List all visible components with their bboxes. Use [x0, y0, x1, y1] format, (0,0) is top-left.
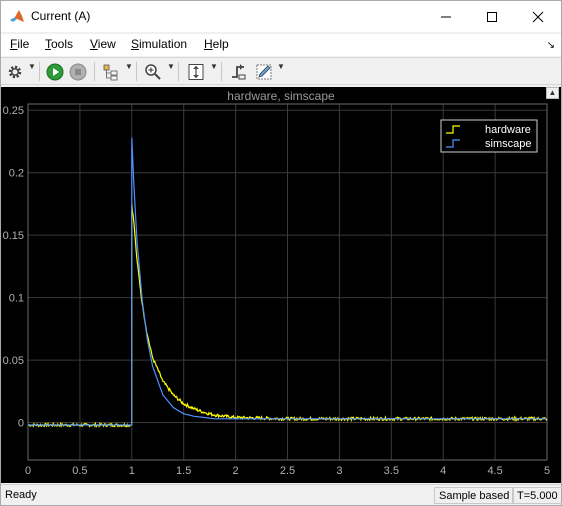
toolbar-separator — [136, 62, 137, 81]
stop-button[interactable] — [68, 61, 88, 82]
gear-icon — [8, 65, 22, 78]
style-button[interactable] — [253, 61, 275, 82]
y-tick-label: 0 — [18, 418, 24, 430]
status-bar: Ready Sample based T=5.000 — [1, 484, 562, 505]
stop-icon — [69, 63, 87, 80]
y-tick-label: 0.05 — [3, 355, 24, 367]
toolbar-separator — [94, 62, 95, 81]
autoscale-button[interactable] — [185, 61, 207, 82]
zoom-in-icon — [145, 63, 161, 80]
x-tick-label: 1 — [129, 465, 135, 477]
legend-label-simscape: simscape — [485, 138, 531, 150]
x-tick-label: 2 — [233, 465, 239, 477]
simulation-time: T=5.000 — [512, 487, 562, 504]
menu-tools[interactable]: Tools — [45, 37, 73, 51]
signal-select-button[interactable] — [100, 61, 122, 82]
sample-mode-indicator: Sample based — [434, 487, 515, 504]
minimize-icon — [441, 16, 451, 17]
plot-canvas[interactable]: 0 0.5 1 1.5 2 2.5 3 3.5 4 4.5 5 0 0.05 0.1 0.15 0.2 0.25… — [1, 87, 561, 483]
autoscale-icon — [188, 63, 204, 80]
run-button[interactable] — [45, 61, 65, 82]
zoom-dropdown-icon[interactable]: ▼ — [167, 62, 175, 71]
toolbar-separator — [178, 62, 179, 81]
menu-simulation[interactable]: Simulation — [131, 37, 187, 51]
legend-label-hardware: hardware — [485, 124, 531, 136]
signal-dropdown-icon[interactable]: ▼ — [125, 62, 133, 71]
menu-file[interactable]: File — [10, 37, 29, 51]
y-tick-label: 0.2 — [9, 168, 24, 180]
toolbar: ▼ ▼ ▼ ▼ ▼ — [1, 57, 561, 85]
close-button[interactable] — [515, 1, 561, 32]
maximize-icon — [487, 11, 497, 22]
y-tick-label: 0.25 — [3, 105, 24, 117]
undock-axes-button[interactable]: ▲ — [546, 87, 559, 99]
menu-bar: File Tools View Simulation Help ↘ — [1, 34, 561, 56]
toolbar-separator — [39, 62, 40, 81]
run-icon — [46, 63, 64, 80]
x-tick-label: 2.5 — [280, 465, 295, 477]
toolbar-separator — [221, 62, 222, 81]
axes-title: hardware, simscape — [227, 89, 335, 103]
signal-hierarchy-icon — [103, 64, 118, 80]
window-title: Current (A) — [31, 9, 91, 23]
style-dropdown-icon[interactable]: ▼ — [277, 62, 285, 71]
matlab-logo-icon — [9, 9, 25, 25]
pencil-icon — [256, 64, 272, 79]
trigger-button[interactable] — [228, 61, 250, 82]
settings-dropdown-icon[interactable]: ▼ — [28, 62, 36, 71]
x-tick-label: 0 — [25, 465, 31, 477]
trigger-icon — [232, 63, 246, 79]
x-tick-label: 4 — [440, 465, 446, 477]
minimize-button[interactable] — [423, 1, 469, 32]
x-tick-label: 4.5 — [487, 465, 502, 477]
scope-window: Current (A) File Tools View Simulation H… — [0, 0, 562, 506]
maximize-button[interactable] — [469, 1, 515, 32]
settings-button[interactable] — [5, 61, 25, 82]
menu-help[interactable]: Help — [204, 37, 229, 51]
dock-arrow-icon[interactable]: ↘ — [547, 40, 555, 51]
x-tick-label: 0.5 — [72, 465, 87, 477]
y-tick-label: 0.1 — [9, 293, 24, 305]
x-tick-label: 3.5 — [384, 465, 399, 477]
menu-view[interactable]: View — [90, 37, 116, 51]
x-tick-label: 5 — [544, 465, 550, 477]
autoscale-dropdown-icon[interactable]: ▼ — [210, 62, 218, 71]
y-tick-label: 0.15 — [3, 230, 24, 242]
x-tick-label: 3 — [336, 465, 342, 477]
close-icon — [532, 11, 544, 22]
zoom-button[interactable] — [142, 61, 164, 82]
title-bar[interactable]: Current (A) — [1, 1, 561, 32]
status-text: Ready — [5, 489, 37, 501]
x-tick-label: 1.5 — [176, 465, 191, 477]
